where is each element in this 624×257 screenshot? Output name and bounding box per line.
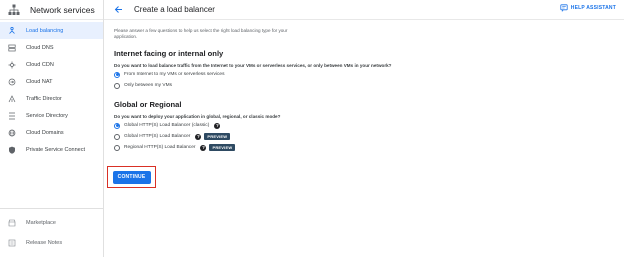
cdn-icon xyxy=(8,61,16,69)
sidebar-item-label: Cloud CDN xyxy=(26,61,54,68)
sidebar-item-label: Marketplace xyxy=(26,220,56,226)
preview-badge: PREVIEW xyxy=(209,144,236,151)
sidebar-item-release-notes[interactable]: Release Notes xyxy=(0,233,103,253)
preview-badge: PREVIEW xyxy=(204,133,231,140)
radio-button[interactable] xyxy=(114,133,120,140)
radio-button[interactable] xyxy=(114,144,120,151)
sidebar-item-cloud-domains[interactable]: Cloud Domains xyxy=(0,124,103,141)
help-assistant-label: HELP ASSISTANT xyxy=(570,5,616,11)
radio-button[interactable] xyxy=(114,122,120,129)
sidebar-item-label: Load balancing xyxy=(26,27,64,34)
sidebar-item-traffic-director[interactable]: Traffic Director xyxy=(0,90,103,107)
help-assistant-icon xyxy=(560,4,568,12)
continue-button[interactable]: CONTINUE xyxy=(112,170,151,184)
sidebar-item-label: Cloud Domains xyxy=(26,129,64,136)
release-notes-icon xyxy=(8,239,16,247)
sidebar-item-label: Private Service Connect xyxy=(26,146,85,153)
help-icon[interactable]: ? xyxy=(214,122,221,129)
sidebar-bottom: Marketplace Release Notes xyxy=(0,208,103,257)
sidebar-item-service-directory[interactable]: Service Directory xyxy=(0,107,103,124)
radio-option-global-classic[interactable]: Global HTTP(S) Load Balancer (classic) ? xyxy=(114,120,434,131)
intro-text: Please answer a few questions to help us… xyxy=(114,28,288,39)
continue-highlight-box: CONTINUE xyxy=(107,166,156,188)
sidebar-item-private-service-connect[interactable]: Private Service Connect xyxy=(0,141,103,158)
radio-button[interactable] xyxy=(114,82,120,89)
radio-label: Regional HTTP(S) Load Balancer xyxy=(124,145,196,150)
question-global-regional: Do you want to deploy your application i… xyxy=(114,114,281,119)
main-content: Please answer a few questions to help us… xyxy=(114,28,434,153)
sidebar: Network services Load balancing Cloud DN… xyxy=(0,0,104,257)
back-arrow-icon[interactable] xyxy=(112,4,124,16)
radio-option-between-vms[interactable]: Only between my VMs xyxy=(114,80,434,91)
section-title-internet-facing: Internet facing or internal only xyxy=(114,49,224,58)
sidebar-item-cloud-nat[interactable]: Cloud NAT xyxy=(0,73,103,90)
sidebar-item-cloud-cdn[interactable]: Cloud CDN xyxy=(0,56,103,73)
nat-icon xyxy=(8,78,16,86)
page-title: Create a load balancer xyxy=(134,5,215,14)
domains-icon xyxy=(8,129,16,137)
sidebar-item-marketplace[interactable]: Marketplace xyxy=(0,213,103,233)
help-icon[interactable]: ? xyxy=(195,133,202,140)
section-title-global-regional: Global or Regional xyxy=(114,100,182,109)
marketplace-icon xyxy=(8,219,16,227)
radio-option-regional[interactable]: Regional HTTP(S) Load Balancer ? PREVIEW xyxy=(114,142,434,153)
help-assistant-button[interactable]: HELP ASSISTANT xyxy=(560,4,616,12)
radio-label: Only between my VMs xyxy=(124,83,172,88)
sidebar-item-label: Traffic Director xyxy=(26,95,62,102)
sidebar-item-label: Release Notes xyxy=(26,240,63,246)
service-directory-icon xyxy=(8,112,16,120)
load-balancing-icon xyxy=(8,26,16,35)
sidebar-item-label: Service Directory xyxy=(26,112,68,119)
sidebar-item-label: Cloud NAT xyxy=(26,78,53,85)
radio-button[interactable] xyxy=(114,71,120,78)
help-icon[interactable]: ? xyxy=(200,144,207,151)
dns-icon xyxy=(8,44,16,52)
radio-option-from-internet[interactable]: From Internet to my VMs or serverless se… xyxy=(114,69,434,80)
radio-label: Global HTTP(S) Load Balancer (classic) xyxy=(124,123,210,128)
radio-label: From Internet to my VMs or serverless se… xyxy=(124,72,225,77)
sidebar-title: Network services xyxy=(30,4,95,15)
page-header: Create a load balancer HELP ASSISTANT xyxy=(104,0,624,20)
sidebar-item-cloud-dns[interactable]: Cloud DNS xyxy=(0,39,103,56)
radio-label: Global HTTP(S) Load Balancer xyxy=(124,134,191,139)
sidebar-item-label: Cloud DNS xyxy=(26,44,54,51)
traffic-director-icon xyxy=(8,94,16,103)
sidebar-header: Network services xyxy=(0,0,103,20)
sidebar-item-load-balancing[interactable]: Load balancing xyxy=(0,22,103,39)
radio-option-global[interactable]: Global HTTP(S) Load Balancer ? PREVIEW xyxy=(114,131,434,142)
question-internet-facing: Do you want to load balance traffic from… xyxy=(114,63,392,68)
network-services-icon xyxy=(8,4,20,15)
shield-icon xyxy=(8,146,16,154)
